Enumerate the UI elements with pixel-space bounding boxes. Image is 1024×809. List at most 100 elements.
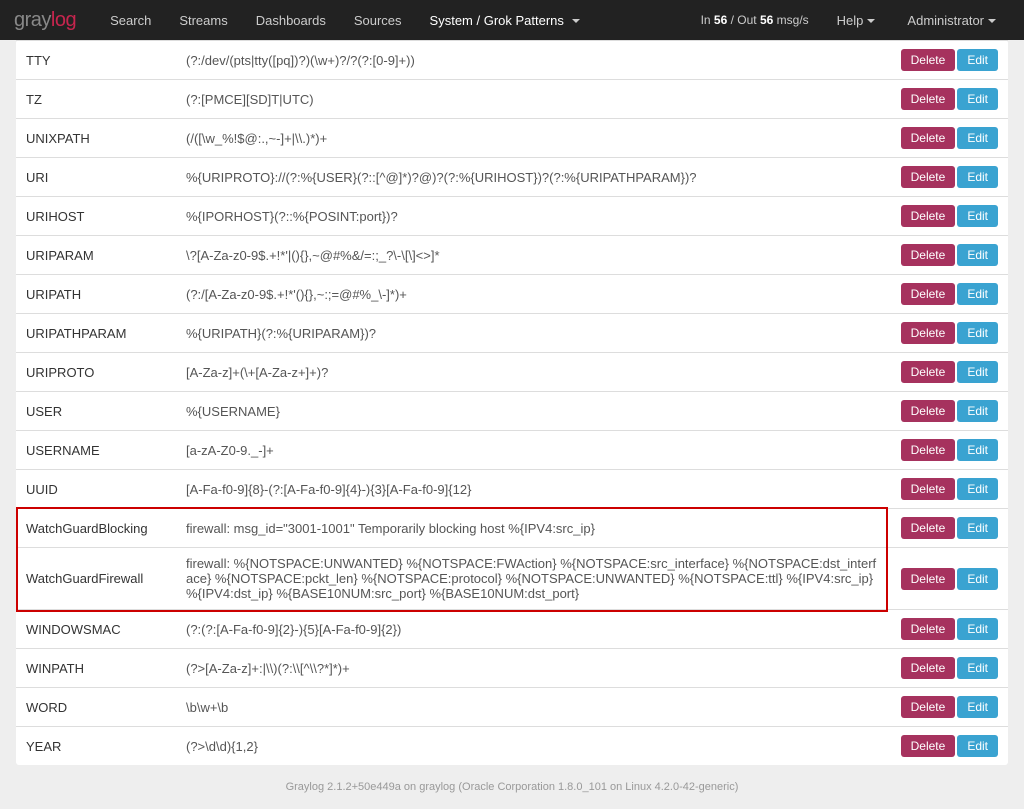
edit-button[interactable]: Edit [957,361,998,383]
pattern-name: UUID [16,470,176,509]
table-row: URIPATHPARAM%{URIPATH}(?:%{URIPARAM})?De… [16,314,1008,353]
row-actions: DeleteEdit [888,431,1008,470]
footer-text: Graylog 2.1.2+50e449a on graylog (Oracle… [0,765,1024,809]
pattern-name: URIPROTO [16,353,176,392]
pattern-value: (?>[A-Za-z]+:|\\)(?:\\[^\\?*]*)+ [176,649,888,688]
delete-button[interactable]: Delete [901,88,956,110]
delete-button[interactable]: Delete [901,696,956,718]
nav-link-system-grok-patterns[interactable]: System / Grok Patterns [416,3,594,38]
nav-link-dashboards[interactable]: Dashboards [242,3,340,38]
delete-button[interactable]: Delete [901,618,956,640]
edit-button[interactable]: Edit [957,49,998,71]
nav-link-search[interactable]: Search [96,3,165,38]
row-actions: DeleteEdit [888,392,1008,431]
pattern-name: URIHOST [16,197,176,236]
row-actions: DeleteEdit [888,197,1008,236]
edit-button[interactable]: Edit [957,283,998,305]
pattern-name: USER [16,392,176,431]
delete-button[interactable]: Delete [901,517,956,539]
table-row: WatchGuardBlockingfirewall: msg_id="3001… [16,509,1008,548]
table-row: USERNAME[a-zA-Z0-9._-]+DeleteEdit [16,431,1008,470]
edit-button[interactable]: Edit [957,439,998,461]
delete-button[interactable]: Delete [901,127,956,149]
edit-button[interactable]: Edit [957,517,998,539]
pattern-value: %{IPORHOST}(?::%{POSINT:port})? [176,197,888,236]
pattern-value: %{URIPATH}(?:%{URIPARAM})? [176,314,888,353]
delete-button[interactable]: Delete [901,478,956,500]
stats-out-value: 56 [760,13,773,27]
edit-button[interactable]: Edit [957,205,998,227]
chevron-down-icon [988,19,996,23]
pattern-name: USERNAME [16,431,176,470]
edit-button[interactable]: Edit [957,244,998,266]
row-actions: DeleteEdit [888,236,1008,275]
table-row: WINPATH(?>[A-Za-z]+:|\\)(?:\\[^\\?*]*)+ D… [16,649,1008,688]
grok-patterns-table: TTY(?:/dev/(pts|tty([pq])?)(\w+)?/?(?:[0… [16,40,1008,765]
edit-button[interactable]: Edit [957,127,998,149]
edit-button[interactable]: Edit [957,735,998,757]
user-menu[interactable]: Administrator [893,3,1010,38]
nav-links: SearchStreamsDashboardsSourcesSystem / G… [96,3,700,38]
pattern-name: TZ [16,80,176,119]
table-row: WINDOWSMAC(?:(?:[A-Fa-f0-9]{2}-){5}[A-Fa… [16,610,1008,649]
pattern-value: [A-Fa-f0-9]{8}-(?:[A-Fa-f0-9]{4}-){3}[A-… [176,470,888,509]
table-row: WatchGuardFirewallfirewall: %{NOTSPACE:U… [16,548,1008,610]
edit-button[interactable]: Edit [957,322,998,344]
delete-button[interactable]: Delete [901,49,956,71]
row-actions: DeleteEdit [888,119,1008,158]
delete-button[interactable]: Delete [901,400,956,422]
pattern-name: WINPATH [16,649,176,688]
edit-button[interactable]: Edit [957,568,998,590]
pattern-name: URI [16,158,176,197]
row-actions: DeleteEdit [888,158,1008,197]
delete-button[interactable]: Delete [901,244,956,266]
pattern-value: firewall: %{NOTSPACE:UNWANTED} %{NOTSPAC… [176,548,888,610]
delete-button[interactable]: Delete [901,439,956,461]
table-row: URIPARAM\?[A-Za-z0-9$.+!*'|(){},~@#%&/=:… [16,236,1008,275]
delete-button[interactable]: Delete [901,361,956,383]
row-actions: DeleteEdit [888,610,1008,649]
edit-button[interactable]: Edit [957,657,998,679]
logo[interactable]: graylog [14,9,76,32]
chevron-down-icon [572,19,580,23]
logo-text-pre: gray [14,9,51,31]
pattern-name: UNIXPATH [16,119,176,158]
edit-button[interactable]: Edit [957,618,998,640]
row-actions: DeleteEdit [888,470,1008,509]
pattern-value: (?:/[A-Za-z0-9$.+!*'(){},~:;=@#%_\-]*)+ [176,275,888,314]
pattern-name: WatchGuardFirewall [16,548,176,610]
pattern-value: (/([\w_%!$@:.,~-]+|\\.)*)+ [176,119,888,158]
table-row: UUID[A-Fa-f0-9]{8}-(?:[A-Fa-f0-9]{4}-){3… [16,470,1008,509]
nav-link-sources[interactable]: Sources [340,3,416,38]
edit-button[interactable]: Edit [957,696,998,718]
table-row: WORD\b\w+\bDeleteEdit [16,688,1008,727]
delete-button[interactable]: Delete [901,568,956,590]
table-row: URIHOST%{IPORHOST}(?::%{POSINT:port})?De… [16,197,1008,236]
help-label: Help [837,13,864,28]
pattern-name: WINDOWSMAC [16,610,176,649]
edit-button[interactable]: Edit [957,88,998,110]
table-row: URIPATH(?:/[A-Za-z0-9$.+!*'(){},~:;=@#%_… [16,275,1008,314]
stats-in-value: 56 [714,13,727,27]
pattern-name: URIPARAM [16,236,176,275]
delete-button[interactable]: Delete [901,322,956,344]
edit-button[interactable]: Edit [957,166,998,188]
row-actions: DeleteEdit [888,80,1008,119]
delete-button[interactable]: Delete [901,205,956,227]
edit-button[interactable]: Edit [957,478,998,500]
delete-button[interactable]: Delete [901,166,956,188]
pattern-value: (?:(?:[A-Fa-f0-9]{2}-){5}[A-Fa-f0-9]{2}) [176,610,888,649]
row-actions: DeleteEdit [888,314,1008,353]
edit-button[interactable]: Edit [957,400,998,422]
delete-button[interactable]: Delete [901,283,956,305]
pattern-name: URIPATH [16,275,176,314]
delete-button[interactable]: Delete [901,735,956,757]
pattern-value: (?>\d\d){1,2} [176,727,888,766]
chevron-down-icon [867,19,875,23]
help-menu[interactable]: Help [823,3,890,38]
row-actions: DeleteEdit [888,548,1008,610]
delete-button[interactable]: Delete [901,657,956,679]
nav-link-streams[interactable]: Streams [165,3,241,38]
throughput-stats: In 56 / Out 56 msg/s [701,13,809,27]
row-actions: DeleteEdit [888,727,1008,766]
